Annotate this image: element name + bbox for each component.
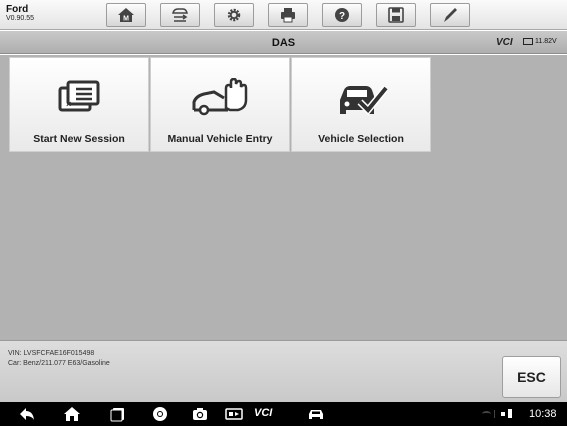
svg-text:M: M bbox=[123, 16, 129, 23]
vehicle-swap-button[interactable] bbox=[160, 3, 200, 27]
car-icon bbox=[309, 410, 323, 419]
manual-vehicle-entry-tile[interactable]: Manual Vehicle Entry bbox=[150, 57, 290, 152]
pen-icon bbox=[444, 8, 457, 22]
save-button[interactable] bbox=[376, 3, 416, 27]
page-title: DAS bbox=[271, 37, 296, 49]
voltage-value: 11.82V bbox=[535, 38, 557, 45]
home-nav-button[interactable] bbox=[60, 405, 84, 423]
top-toolbar: Ford V0.90.55 M ? bbox=[0, 0, 567, 30]
battery-icon bbox=[523, 38, 533, 45]
screen-record-icon bbox=[225, 408, 243, 420]
car-shortcut-button[interactable] bbox=[304, 405, 328, 423]
start-new-session-tile[interactable]: × Start New Session bbox=[9, 57, 149, 152]
esc-button[interactable]: ESC bbox=[502, 356, 561, 398]
vehicle-selection-tile[interactable]: Vehicle Selection bbox=[291, 57, 431, 152]
clock: 10:38 bbox=[529, 408, 557, 420]
car-swap-icon bbox=[172, 8, 188, 22]
bluetooth-icon bbox=[494, 409, 498, 418]
screen-record-button[interactable] bbox=[222, 405, 246, 423]
camera-icon bbox=[193, 408, 207, 420]
signal-icon bbox=[501, 411, 505, 416]
car-text: Car: Benz/211.077 E63/Gasoline bbox=[8, 360, 110, 367]
printer-icon bbox=[281, 8, 295, 23]
hand-car-icon bbox=[192, 78, 248, 116]
camera-button[interactable] bbox=[188, 405, 212, 423]
vehicle-info-bar: VIN: LVSFCFAE16F015498 Car: Benz/211.077… bbox=[0, 340, 567, 402]
vci-status-label: VCI bbox=[496, 37, 513, 48]
battery-voltage: 11.82V bbox=[523, 38, 557, 45]
home-button[interactable]: M bbox=[106, 3, 146, 27]
edit-button[interactable] bbox=[430, 3, 470, 27]
settings-button[interactable] bbox=[214, 3, 254, 27]
m-home-icon: M bbox=[118, 8, 134, 23]
android-nav-bar: VCI 10:38 bbox=[0, 402, 567, 426]
browser-button[interactable] bbox=[148, 405, 172, 423]
recent-apps-icon bbox=[110, 408, 124, 422]
battery-status-icon bbox=[508, 409, 512, 418]
tile-label: Manual Vehicle Entry bbox=[167, 133, 273, 145]
print-button[interactable] bbox=[268, 3, 308, 27]
content-area: × Start New Session Manual Vehicle Entry bbox=[0, 55, 567, 340]
svg-text:×: × bbox=[66, 99, 71, 109]
recent-apps-button[interactable] bbox=[106, 405, 130, 423]
vin-text: VIN: LVSFCFAE16F015498 bbox=[8, 350, 95, 357]
vci-nav-label[interactable]: VCI bbox=[254, 407, 272, 419]
tile-label: Vehicle Selection bbox=[318, 133, 404, 145]
title-bar: DAS VCI 11.82V bbox=[0, 31, 567, 54]
status-icons bbox=[482, 409, 512, 418]
app-version: V0.90.55 bbox=[6, 15, 35, 22]
wifi-icon bbox=[482, 410, 491, 417]
app-name: Ford bbox=[6, 4, 29, 15]
help-button[interactable]: ? bbox=[322, 3, 362, 27]
back-arrow-icon bbox=[20, 408, 34, 420]
home-icon bbox=[64, 407, 80, 421]
chrome-icon bbox=[153, 407, 167, 421]
car-check-icon bbox=[340, 85, 388, 116]
question-icon: ? bbox=[335, 8, 349, 22]
tile-label: Start New Session bbox=[33, 133, 125, 145]
back-button[interactable] bbox=[15, 405, 39, 423]
session-card-icon: × bbox=[58, 80, 100, 112]
gear-icon bbox=[227, 8, 241, 22]
svg-text:?: ? bbox=[339, 11, 345, 22]
floppy-icon bbox=[388, 7, 404, 23]
